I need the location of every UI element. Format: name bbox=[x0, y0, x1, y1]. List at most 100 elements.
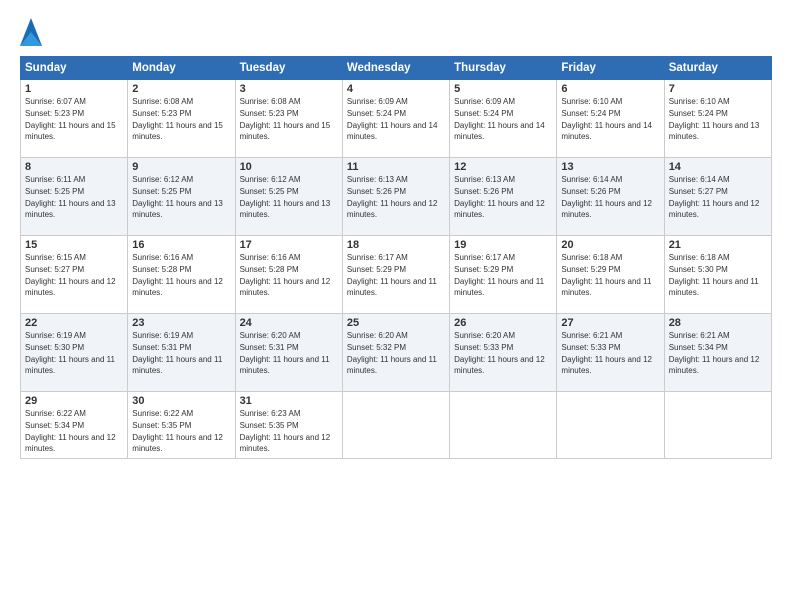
day-cell: 24 Sunrise: 6:20 AMSunset: 5:31 PMDaylig… bbox=[235, 314, 342, 392]
day-number: 3 bbox=[240, 83, 338, 95]
day-number: 20 bbox=[561, 239, 659, 251]
day-cell: 7 Sunrise: 6:10 AMSunset: 5:24 PMDayligh… bbox=[664, 80, 771, 158]
day-info: Sunrise: 6:19 AMSunset: 5:31 PMDaylight:… bbox=[132, 331, 222, 375]
day-cell: 8 Sunrise: 6:11 AMSunset: 5:25 PMDayligh… bbox=[21, 158, 128, 236]
day-number: 26 bbox=[454, 317, 552, 329]
day-number: 2 bbox=[132, 83, 230, 95]
day-number: 13 bbox=[561, 161, 659, 173]
day-cell: 15 Sunrise: 6:15 AMSunset: 5:27 PMDaylig… bbox=[21, 236, 128, 314]
day-number: 21 bbox=[669, 239, 767, 251]
week-row-4: 22 Sunrise: 6:19 AMSunset: 5:30 PMDaylig… bbox=[21, 314, 772, 392]
day-cell: 11 Sunrise: 6:13 AMSunset: 5:26 PMDaylig… bbox=[342, 158, 449, 236]
day-number: 6 bbox=[561, 83, 659, 95]
day-number: 31 bbox=[240, 395, 338, 407]
day-cell: 3 Sunrise: 6:08 AMSunset: 5:23 PMDayligh… bbox=[235, 80, 342, 158]
day-info: Sunrise: 6:16 AMSunset: 5:28 PMDaylight:… bbox=[132, 253, 223, 297]
day-cell: 14 Sunrise: 6:14 AMSunset: 5:27 PMDaylig… bbox=[664, 158, 771, 236]
day-number: 27 bbox=[561, 317, 659, 329]
day-info: Sunrise: 6:20 AMSunset: 5:33 PMDaylight:… bbox=[454, 331, 545, 375]
day-number: 30 bbox=[132, 395, 230, 407]
day-number: 19 bbox=[454, 239, 552, 251]
day-cell: 12 Sunrise: 6:13 AMSunset: 5:26 PMDaylig… bbox=[450, 158, 557, 236]
day-number: 10 bbox=[240, 161, 338, 173]
calendar-body: 1 Sunrise: 6:07 AMSunset: 5:23 PMDayligh… bbox=[21, 80, 772, 459]
day-number: 8 bbox=[25, 161, 123, 173]
day-number: 22 bbox=[25, 317, 123, 329]
day-cell: 4 Sunrise: 6:09 AMSunset: 5:24 PMDayligh… bbox=[342, 80, 449, 158]
day-cell: 25 Sunrise: 6:20 AMSunset: 5:32 PMDaylig… bbox=[342, 314, 449, 392]
day-cell: 19 Sunrise: 6:17 AMSunset: 5:29 PMDaylig… bbox=[450, 236, 557, 314]
day-cell: 21 Sunrise: 6:18 AMSunset: 5:30 PMDaylig… bbox=[664, 236, 771, 314]
day-number: 23 bbox=[132, 317, 230, 329]
day-cell: 29 Sunrise: 6:22 AMSunset: 5:34 PMDaylig… bbox=[21, 392, 128, 459]
day-number: 18 bbox=[347, 239, 445, 251]
day-cell: 18 Sunrise: 6:17 AMSunset: 5:29 PMDaylig… bbox=[342, 236, 449, 314]
week-row-3: 15 Sunrise: 6:15 AMSunset: 5:27 PMDaylig… bbox=[21, 236, 772, 314]
day-info: Sunrise: 6:23 AMSunset: 5:35 PMDaylight:… bbox=[240, 409, 331, 453]
day-number: 24 bbox=[240, 317, 338, 329]
day-info: Sunrise: 6:19 AMSunset: 5:30 PMDaylight:… bbox=[25, 331, 115, 375]
header-cell-saturday: Saturday bbox=[664, 57, 771, 80]
day-number: 14 bbox=[669, 161, 767, 173]
day-number: 15 bbox=[25, 239, 123, 251]
day-number: 5 bbox=[454, 83, 552, 95]
calendar-table: SundayMondayTuesdayWednesdayThursdayFrid… bbox=[20, 56, 772, 459]
day-info: Sunrise: 6:08 AMSunset: 5:23 PMDaylight:… bbox=[132, 97, 223, 141]
day-cell: 20 Sunrise: 6:18 AMSunset: 5:29 PMDaylig… bbox=[557, 236, 664, 314]
header-row: SundayMondayTuesdayWednesdayThursdayFrid… bbox=[21, 57, 772, 80]
day-info: Sunrise: 6:11 AMSunset: 5:25 PMDaylight:… bbox=[25, 175, 116, 219]
logo-icon bbox=[20, 18, 42, 46]
day-info: Sunrise: 6:08 AMSunset: 5:23 PMDaylight:… bbox=[240, 97, 331, 141]
day-info: Sunrise: 6:12 AMSunset: 5:25 PMDaylight:… bbox=[240, 175, 331, 219]
day-cell: 27 Sunrise: 6:21 AMSunset: 5:33 PMDaylig… bbox=[557, 314, 664, 392]
day-cell bbox=[557, 392, 664, 459]
day-cell bbox=[450, 392, 557, 459]
day-info: Sunrise: 6:18 AMSunset: 5:30 PMDaylight:… bbox=[669, 253, 759, 297]
day-cell: 9 Sunrise: 6:12 AMSunset: 5:25 PMDayligh… bbox=[128, 158, 235, 236]
header-cell-sunday: Sunday bbox=[21, 57, 128, 80]
day-info: Sunrise: 6:12 AMSunset: 5:25 PMDaylight:… bbox=[132, 175, 223, 219]
day-info: Sunrise: 6:13 AMSunset: 5:26 PMDaylight:… bbox=[347, 175, 438, 219]
day-info: Sunrise: 6:15 AMSunset: 5:27 PMDaylight:… bbox=[25, 253, 116, 297]
day-cell: 22 Sunrise: 6:19 AMSunset: 5:30 PMDaylig… bbox=[21, 314, 128, 392]
week-row-5: 29 Sunrise: 6:22 AMSunset: 5:34 PMDaylig… bbox=[21, 392, 772, 459]
day-cell: 2 Sunrise: 6:08 AMSunset: 5:23 PMDayligh… bbox=[128, 80, 235, 158]
day-info: Sunrise: 6:14 AMSunset: 5:27 PMDaylight:… bbox=[669, 175, 760, 219]
day-cell: 6 Sunrise: 6:10 AMSunset: 5:24 PMDayligh… bbox=[557, 80, 664, 158]
week-row-2: 8 Sunrise: 6:11 AMSunset: 5:25 PMDayligh… bbox=[21, 158, 772, 236]
header-cell-tuesday: Tuesday bbox=[235, 57, 342, 80]
day-number: 9 bbox=[132, 161, 230, 173]
day-info: Sunrise: 6:10 AMSunset: 5:24 PMDaylight:… bbox=[669, 97, 760, 141]
day-info: Sunrise: 6:09 AMSunset: 5:24 PMDaylight:… bbox=[347, 97, 438, 141]
day-info: Sunrise: 6:22 AMSunset: 5:35 PMDaylight:… bbox=[132, 409, 223, 453]
day-info: Sunrise: 6:10 AMSunset: 5:24 PMDaylight:… bbox=[561, 97, 652, 141]
day-info: Sunrise: 6:22 AMSunset: 5:34 PMDaylight:… bbox=[25, 409, 116, 453]
day-cell: 17 Sunrise: 6:16 AMSunset: 5:28 PMDaylig… bbox=[235, 236, 342, 314]
logo bbox=[20, 18, 46, 46]
header bbox=[20, 18, 772, 46]
day-number: 25 bbox=[347, 317, 445, 329]
day-cell: 28 Sunrise: 6:21 AMSunset: 5:34 PMDaylig… bbox=[664, 314, 771, 392]
page: SundayMondayTuesdayWednesdayThursdayFrid… bbox=[0, 0, 792, 612]
day-number: 7 bbox=[669, 83, 767, 95]
day-number: 17 bbox=[240, 239, 338, 251]
day-info: Sunrise: 6:07 AMSunset: 5:23 PMDaylight:… bbox=[25, 97, 116, 141]
day-cell: 31 Sunrise: 6:23 AMSunset: 5:35 PMDaylig… bbox=[235, 392, 342, 459]
day-cell bbox=[342, 392, 449, 459]
day-number: 12 bbox=[454, 161, 552, 173]
day-number: 4 bbox=[347, 83, 445, 95]
header-cell-friday: Friday bbox=[557, 57, 664, 80]
day-info: Sunrise: 6:14 AMSunset: 5:26 PMDaylight:… bbox=[561, 175, 652, 219]
day-cell: 23 Sunrise: 6:19 AMSunset: 5:31 PMDaylig… bbox=[128, 314, 235, 392]
day-cell bbox=[664, 392, 771, 459]
header-cell-monday: Monday bbox=[128, 57, 235, 80]
day-cell: 16 Sunrise: 6:16 AMSunset: 5:28 PMDaylig… bbox=[128, 236, 235, 314]
day-info: Sunrise: 6:21 AMSunset: 5:34 PMDaylight:… bbox=[669, 331, 760, 375]
day-info: Sunrise: 6:16 AMSunset: 5:28 PMDaylight:… bbox=[240, 253, 331, 297]
day-info: Sunrise: 6:09 AMSunset: 5:24 PMDaylight:… bbox=[454, 97, 545, 141]
day-cell: 1 Sunrise: 6:07 AMSunset: 5:23 PMDayligh… bbox=[21, 80, 128, 158]
header-cell-thursday: Thursday bbox=[450, 57, 557, 80]
day-number: 1 bbox=[25, 83, 123, 95]
day-info: Sunrise: 6:13 AMSunset: 5:26 PMDaylight:… bbox=[454, 175, 545, 219]
day-cell: 5 Sunrise: 6:09 AMSunset: 5:24 PMDayligh… bbox=[450, 80, 557, 158]
